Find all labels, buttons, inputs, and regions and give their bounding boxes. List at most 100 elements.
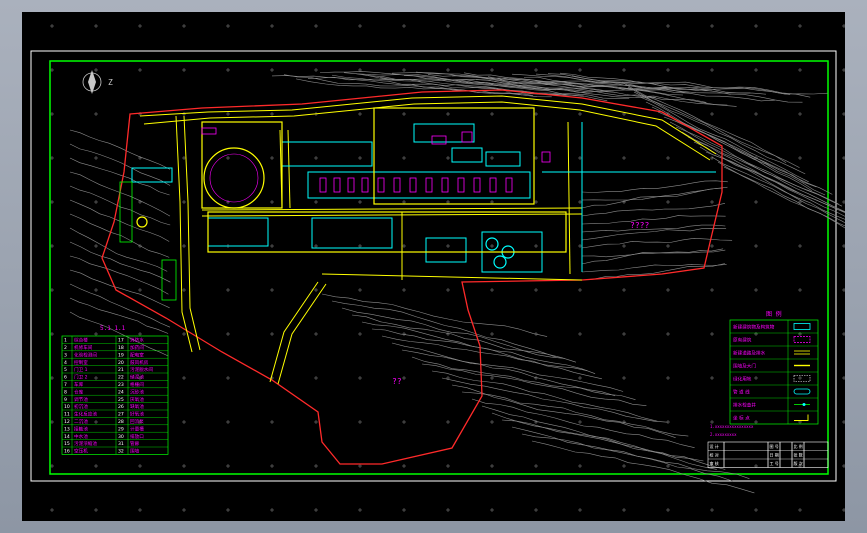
- schedule-cell: 29: [118, 426, 124, 432]
- title-block-cell: 版 次: [794, 460, 803, 466]
- schedule-cell: 6: [64, 375, 67, 381]
- schedule-cell: 围墙: [130, 448, 140, 455]
- title-block-note: 2.xxxxxxxxx: [710, 432, 737, 437]
- schedule-cell: 16: [64, 449, 70, 455]
- schedule-cell: 20: [118, 360, 124, 366]
- schedule-cell: 10: [64, 404, 70, 410]
- schedule-cell: 中水池: [74, 433, 88, 440]
- schedule-cell: 11: [64, 412, 70, 418]
- schedule-cell: 4: [64, 360, 67, 366]
- title-block-cell: 审 核: [710, 460, 719, 466]
- legend-swatch: [794, 350, 810, 355]
- schedule-cell: 3: [64, 352, 67, 358]
- schedule-cell: 7: [64, 382, 67, 388]
- schedule-cell: 25: [118, 397, 124, 403]
- schedule-title: 5.1 1.1: [100, 325, 126, 332]
- schedule-cell: 空压机: [74, 448, 88, 455]
- schedule-cell: 18: [118, 345, 124, 351]
- legend-swatch: [793, 375, 811, 382]
- legend-label: 新建道路及排水: [733, 350, 766, 357]
- schedule-cell: 调节池: [74, 396, 88, 403]
- legend-swatch: [793, 323, 811, 330]
- schedule-cell: 接触池: [74, 425, 88, 432]
- schedule-cell: 回流泵: [130, 418, 144, 425]
- schedule-cell: 26: [118, 404, 124, 410]
- schedule-cell: 机修车间: [74, 344, 93, 351]
- north-arrow: Z: [82, 70, 113, 94]
- site-label: ????: [630, 221, 649, 230]
- schedule-cell: 15: [64, 441, 70, 447]
- green-zones: [119, 181, 177, 301]
- schedule-cell: 污泥浓缩池: [74, 440, 97, 447]
- legend-label: 排水检查井: [733, 402, 756, 409]
- legend-swatch: [793, 388, 811, 395]
- legend-label: 新建建筑物及构筑物: [733, 324, 775, 331]
- schedule-cell: 排放口: [130, 433, 144, 440]
- schedule-cell: 28: [118, 419, 124, 425]
- schedule-cell: 缺氧池: [130, 403, 144, 410]
- title-block-note: 1.xxxxxxxxxxxxxxxx: [710, 424, 754, 429]
- schedule-cell: 控制室: [74, 359, 88, 366]
- inner-frame: [49, 60, 829, 475]
- title-block-cell: 工 号: [770, 460, 779, 466]
- schedule-cell: 23: [118, 382, 124, 388]
- drawing-viewport[interactable]: ???? ?? Z 5.1 1.1 1 综合楼 17 消防水 2 机修车间 18 加药间 3 化验…: [22, 12, 845, 521]
- road-network: [139, 95, 717, 385]
- schedule-cell: 31: [118, 441, 124, 447]
- schedule-cell: 27: [118, 412, 124, 418]
- legend-label: 坐 标 点: [733, 415, 750, 422]
- terrain-contours: [69, 71, 845, 494]
- svg-text:Z: Z: [108, 78, 113, 87]
- schedule-cell: 沉砂池: [130, 388, 144, 395]
- legend-label: 原有建筑: [733, 337, 752, 344]
- title-block-cell: 张 数: [794, 452, 803, 458]
- schedule-cell: 9: [64, 397, 67, 403]
- schedule-cell: 二沉池: [74, 418, 88, 425]
- title-block-cell: 校 对: [710, 452, 719, 458]
- title-block-cell: 日 期: [770, 452, 779, 458]
- schedule-cell: 厌氧池: [130, 396, 144, 403]
- schedule-cell: 17: [118, 338, 124, 344]
- schedule-cell: 21: [118, 367, 124, 373]
- schedule-cell: 初沉池: [74, 403, 88, 410]
- legend-label: 绿化用地: [733, 376, 752, 383]
- process-equipment: [201, 127, 551, 193]
- schedule-cell: 14: [64, 434, 70, 440]
- schedule-cell: 门卫 1: [74, 366, 88, 373]
- schedule-cell: 13: [64, 426, 70, 432]
- schedule-cell: 管廊: [130, 440, 140, 447]
- schedule-cell: 加药间: [130, 344, 144, 351]
- schedule-cell: 化验检测间: [74, 351, 97, 358]
- schedule-cell: 计量槽: [130, 425, 144, 432]
- schedule-cell: 24: [118, 389, 124, 395]
- title-block-cell: 图 号: [770, 443, 779, 449]
- schedule-cell: 配电室: [130, 351, 144, 358]
- schedule-cell: 生化反应池: [74, 411, 97, 418]
- schedule-cell: 19: [118, 352, 124, 358]
- legend-swatch: [793, 336, 811, 343]
- legend-swatch: [794, 403, 810, 406]
- schedule-cell: 好氧池: [130, 411, 144, 418]
- schedule-cell: 12: [64, 419, 70, 425]
- schedule-cell: 8: [64, 389, 67, 395]
- title-block: 设 计 图 号 比 例校 对 日 期 张 数审 核 工 号 版 次: [707, 441, 829, 468]
- tanks: [136, 107, 567, 269]
- schedule-cell: 30: [118, 434, 124, 440]
- site-boundary: [101, 89, 723, 465]
- building-schedule-table: 1 综合楼 17 消防水 2 机修车间 18 加药间 3 化验检测间 19 配电室 4 控制室 20 鼓风机房…: [61, 335, 169, 455]
- schedule-cell: 仓库: [74, 388, 84, 395]
- legend-table: 新建建筑物及构筑物原有建筑新建道路及排水围墙及大门绿化用地管 道 线排水检查井坐…: [729, 319, 819, 425]
- legend-title: 图 例: [766, 310, 782, 318]
- schedule-cell: 5: [64, 367, 67, 373]
- legend-swatch: [794, 414, 809, 421]
- schedule-cell: 22: [118, 375, 124, 381]
- title-block-cell: 比 例: [794, 443, 803, 449]
- legend-label: 围墙及大门: [733, 363, 756, 370]
- schedule-cell: 综合楼: [74, 337, 88, 344]
- schedule-cell: 鼓风机房: [130, 359, 149, 366]
- cad-drawing[interactable]: ???? ?? Z 5.1 1.1 1 综合楼 17 消防水 2 机修车间 18 加药间 3 化验…: [22, 12, 845, 521]
- schedule-cell: 门卫 2: [74, 374, 88, 381]
- site-label: ??: [392, 377, 402, 386]
- title-block-cell: 设 计: [710, 443, 719, 449]
- schedule-cell: 消防水: [130, 337, 144, 344]
